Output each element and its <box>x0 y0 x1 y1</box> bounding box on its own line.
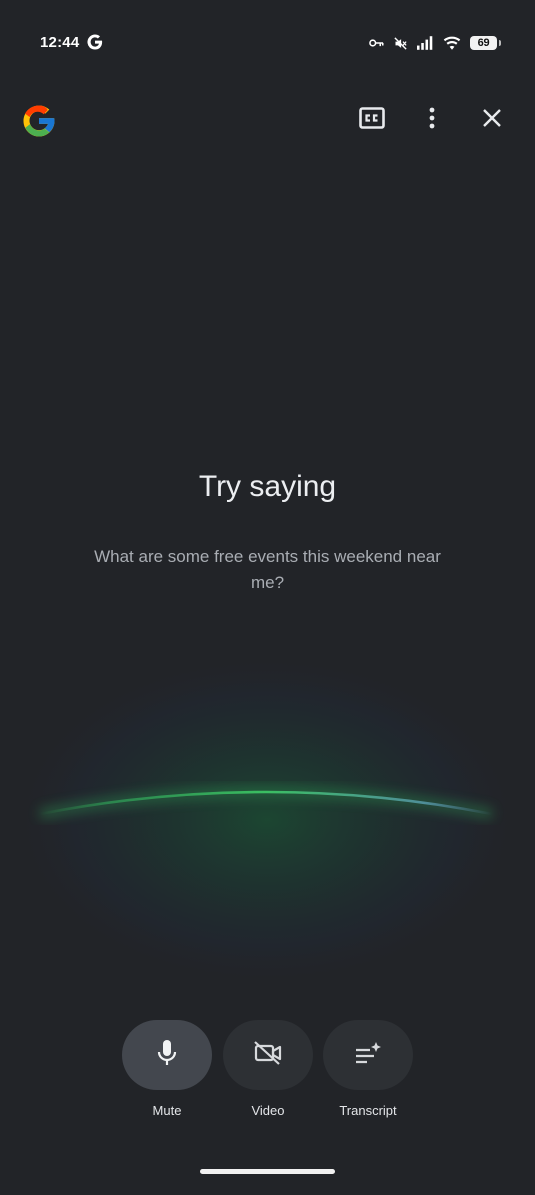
wifi-icon <box>443 36 461 50</box>
transcript-label: Transcript <box>339 1103 397 1118</box>
more-options-button[interactable] <box>414 102 450 138</box>
more-vertical-icon <box>428 107 436 134</box>
top-app-bar <box>0 95 535 145</box>
google-g-icon <box>86 33 104 51</box>
video-control: Video <box>213 1020 323 1118</box>
transcript-control: Transcript <box>313 1020 423 1118</box>
closed-captions-icon <box>359 106 385 134</box>
mute-label: Mute <box>152 1103 182 1118</box>
prompt-title: Try saying <box>198 470 337 503</box>
gemini-live-screen: 12:44 69 Try saying What are some free e… <box>0 0 535 1195</box>
status-time: 12:44 <box>40 34 80 51</box>
google-logo-icon <box>20 102 58 140</box>
closed-captions-button[interactable] <box>354 102 390 138</box>
status-icons: 69 <box>369 34 501 52</box>
video-off-icon <box>253 1040 283 1071</box>
transcript-sparkle-icon <box>353 1040 383 1071</box>
microphone-icon <box>156 1039 178 1072</box>
listening-glow <box>0 620 535 1000</box>
vpn-key-icon <box>369 37 384 49</box>
status-bar: 12:44 69 <box>0 0 535 80</box>
video-button[interactable] <box>223 1020 313 1090</box>
home-indicator[interactable] <box>200 1169 335 1174</box>
close-icon <box>482 108 502 133</box>
mute-control: Mute <box>112 1020 222 1118</box>
video-label: Video <box>251 1103 285 1118</box>
signal-icon <box>417 36 434 50</box>
battery-icon: 69 <box>470 36 501 50</box>
mute-icon <box>393 36 408 51</box>
call-controls: Mute Video Transcript <box>0 1020 535 1130</box>
close-button[interactable] <box>474 102 510 138</box>
transcript-button[interactable] <box>323 1020 413 1090</box>
mute-button[interactable] <box>122 1020 212 1090</box>
prompt-suggestion: What are some free events this weekend n… <box>94 547 441 592</box>
